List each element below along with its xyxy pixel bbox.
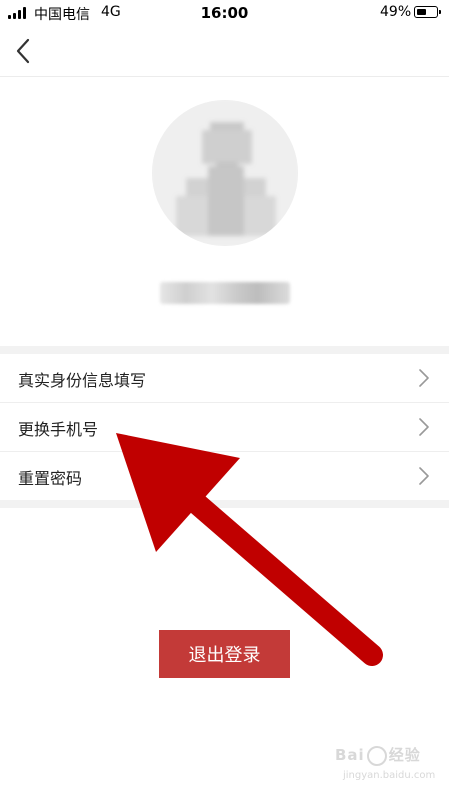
menu-item-real-identity[interactable]: 真实身份信息填写 [0,354,449,402]
battery-icon [414,6,441,18]
paw-icon [366,745,387,766]
watermark-suffix: 经验 [388,746,421,764]
settings-menu: 真实身份信息填写 更换手机号 重置密码 [0,354,449,500]
chevron-right-icon [419,418,429,436]
menu-item-label: 重置密码 [18,469,83,488]
battery-percent: 49% [380,4,412,20]
menu-item-label: 真实身份信息填写 [18,371,147,390]
avatar[interactable] [152,100,298,246]
chevron-right-icon [419,369,429,387]
menu-item-reset-password[interactable]: 重置密码 [0,451,449,500]
menu-item-change-phone[interactable]: 更换手机号 [0,402,449,451]
back-button[interactable] [6,32,42,68]
watermark-brand: Bai [335,746,365,764]
menu-item-label: 更换手机号 [18,420,99,439]
username-obscured [160,282,290,304]
watermark-logo: Bai 经验 [335,744,421,766]
logout-button[interactable]: 退出登录 [159,630,290,678]
section-divider [0,500,449,508]
chevron-right-icon [419,467,429,485]
avatar-placeholder-icon [152,100,298,246]
section-divider [0,346,449,354]
navigation-bar [0,26,449,77]
chevron-left-icon [16,38,30,64]
watermark-url: jingyan.baidu.com [343,770,436,781]
status-bar: 中国电信 4G 16:00 49% [0,0,449,26]
